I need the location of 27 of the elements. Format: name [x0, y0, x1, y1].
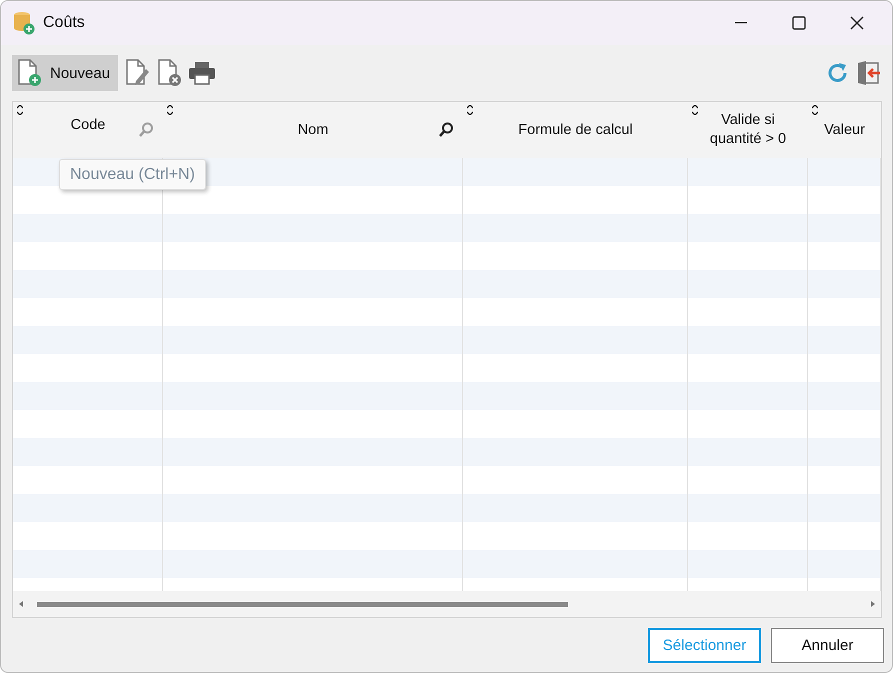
print-icon[interactable]: [188, 60, 216, 86]
window-title: Coûts: [43, 14, 86, 32]
column-header[interactable]: Valide si quantité > 0: [688, 102, 808, 158]
column-header[interactable]: Valeur: [808, 102, 881, 158]
column-header[interactable]: Code: [13, 102, 163, 158]
tooltip: Nouveau (Ctrl+N): [59, 159, 206, 190]
edit-document-icon[interactable]: [124, 59, 150, 87]
cancel-button[interactable]: Annuler: [771, 628, 884, 663]
minimize-icon[interactable]: [735, 22, 747, 24]
column-header[interactable]: Nom: [163, 102, 463, 158]
sort-icon: [692, 105, 698, 115]
new-document-icon[interactable]: [16, 59, 42, 87]
exit-icon[interactable]: [856, 60, 882, 86]
column-header[interactable]: Formule de calcul: [463, 102, 688, 158]
sort-icon: [17, 105, 23, 115]
horizontal-scrollbar[interactable]: [13, 591, 881, 617]
maximize-icon[interactable]: [792, 16, 806, 30]
sort-icon: [167, 105, 173, 115]
sort-icon: [467, 105, 473, 115]
scroll-left-icon[interactable]: [19, 601, 23, 607]
database-icon: [13, 11, 35, 35]
close-icon[interactable]: [850, 16, 864, 30]
delete-document-icon[interactable]: [156, 59, 182, 87]
new-button[interactable]: Nouveau: [12, 55, 118, 91]
search-icon[interactable]: [439, 122, 453, 138]
sort-icon: [812, 105, 818, 115]
scroll-right-icon[interactable]: [871, 601, 875, 607]
